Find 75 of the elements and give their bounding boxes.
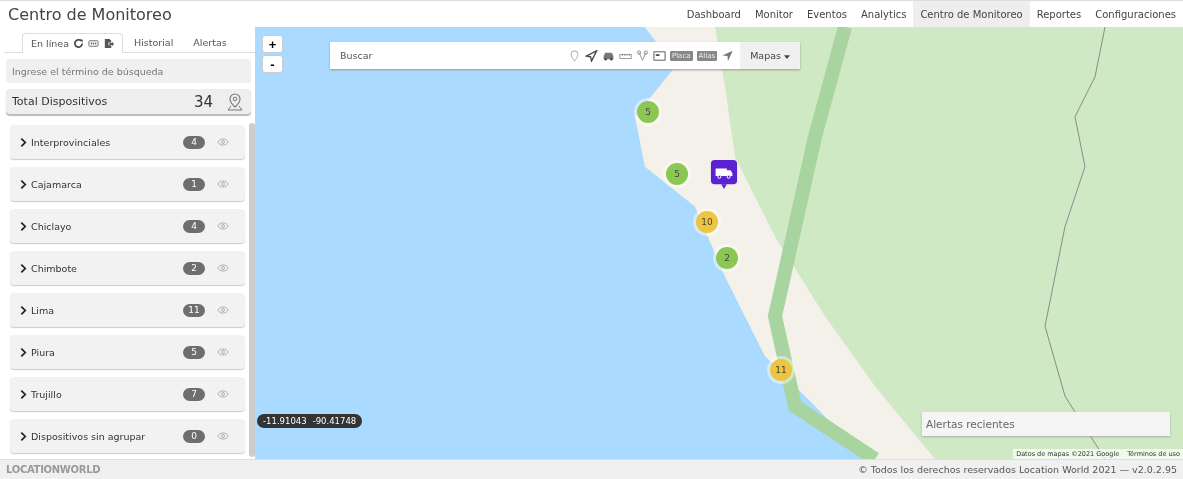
- nav-tab[interactable]: Reportes: [1029, 1, 1089, 27]
- sidebar-tab[interactable]: En línea: [22, 33, 123, 53]
- group-name: Chimbote: [31, 262, 78, 274]
- refresh-icon[interactable]: [73, 38, 84, 49]
- count-badge: 1: [183, 177, 205, 191]
- count-badge: 2: [183, 261, 205, 275]
- alerts-panel[interactable]: Alertas recientes: [922, 412, 1170, 436]
- count-badge: 0: [183, 429, 205, 443]
- group-item[interactable]: Trujillo 7: [10, 377, 245, 411]
- count-badge: 4: [183, 135, 205, 149]
- chevron-right-icon: [20, 388, 27, 400]
- group-name: Lima: [31, 304, 55, 316]
- count-badge: 5: [183, 345, 205, 359]
- scrollbar[interactable]: [249, 123, 255, 457]
- group-name: Chiclayo: [31, 220, 73, 232]
- nav-tab[interactable]: Centro de Monitoreo: [913, 1, 1030, 27]
- chevron-right-icon: [20, 178, 27, 190]
- send-icon[interactable]: [584, 49, 598, 62]
- tab-label: Alertas: [193, 37, 227, 48]
- truck-marker-icon[interactable]: [710, 159, 738, 191]
- group-item[interactable]: Chimbote 2: [10, 251, 245, 285]
- zoom-in-button[interactable]: +: [262, 35, 283, 53]
- tab-label: En línea: [31, 38, 69, 49]
- route-icon[interactable]: [635, 49, 649, 62]
- zoom-out-button[interactable]: -: [262, 55, 283, 73]
- chevron-right-icon: [20, 262, 27, 274]
- nav-tab[interactable]: Eventos: [800, 1, 854, 27]
- eye-icon[interactable]: [217, 348, 229, 356]
- group-item[interactable]: Chiclayo 4: [10, 209, 245, 243]
- chevron-right-icon: [20, 430, 27, 442]
- group-name: Cajamarca: [31, 178, 83, 190]
- search-field[interactable]: Ingrese el término de búsqueda: [6, 59, 251, 83]
- eye-icon[interactable]: [217, 180, 229, 188]
- count-badge: 4: [183, 219, 205, 233]
- nav-tab[interactable]: Dashboard: [679, 1, 748, 27]
- group-name: Piura: [31, 346, 56, 358]
- group-name: Dispositivos sin agrupar: [31, 430, 147, 442]
- count-badge: 11: [183, 303, 205, 317]
- total-count: 34: [193, 92, 213, 111]
- navigation-arrow-icon[interactable]: [721, 49, 735, 62]
- eye-icon[interactable]: [217, 138, 229, 146]
- tab-label: Historial: [134, 37, 174, 48]
- eye-icon[interactable]: [217, 390, 229, 398]
- coordinate-value: -90.41748: [312, 416, 357, 426]
- page-title: Centro de Monitoreo: [8, 4, 172, 24]
- group-item[interactable]: Cajamarca 1: [10, 167, 245, 201]
- nav-tab[interactable]: Monitor: [747, 1, 800, 27]
- eye-icon[interactable]: [217, 222, 229, 230]
- sidebar-tab[interactable]: Alertas: [184, 32, 236, 52]
- group-name: Trujillo: [31, 388, 63, 400]
- sidebar-tab[interactable]: Historial: [125, 32, 183, 52]
- chevron-right-icon: [20, 346, 27, 358]
- coordinate-value: -11.91043: [263, 416, 307, 426]
- location-pin-icon[interactable]: [227, 92, 243, 111]
- maps-dropdown[interactable]: Mapas: [740, 42, 800, 69]
- total-label: Total Dispositivos: [12, 95, 109, 108]
- card-icon[interactable]: [652, 49, 666, 62]
- caret-icon: [784, 54, 790, 59]
- group-item[interactable]: Piura 5: [10, 335, 245, 369]
- eye-icon[interactable]: [217, 432, 229, 440]
- group-item[interactable]: Dispositivos sin agrupar 0: [10, 419, 245, 453]
- copyright-text: © Todos los derechos reservados Location World 2021 — v2.0.2.95: [858, 464, 1177, 475]
- nav-tab[interactable]: Analytics: [853, 1, 914, 27]
- eye-icon[interactable]: [217, 264, 229, 272]
- chevron-right-icon: [20, 304, 27, 316]
- logo: LOCATIONWORLD: [6, 464, 101, 475]
- group-item[interactable]: Lima 11: [10, 293, 245, 327]
- chevron-right-icon: [20, 136, 27, 148]
- chevron-right-icon: [20, 220, 27, 232]
- group-item[interactable]: Interprovinciales 4: [10, 125, 245, 159]
- count-badge: 7: [183, 387, 205, 401]
- eye-icon[interactable]: [217, 306, 229, 314]
- nav-tab[interactable]: Configuraciones: [1088, 1, 1183, 27]
- group-name: Interprovinciales: [31, 136, 112, 148]
- export-icon[interactable]: [103, 38, 114, 49]
